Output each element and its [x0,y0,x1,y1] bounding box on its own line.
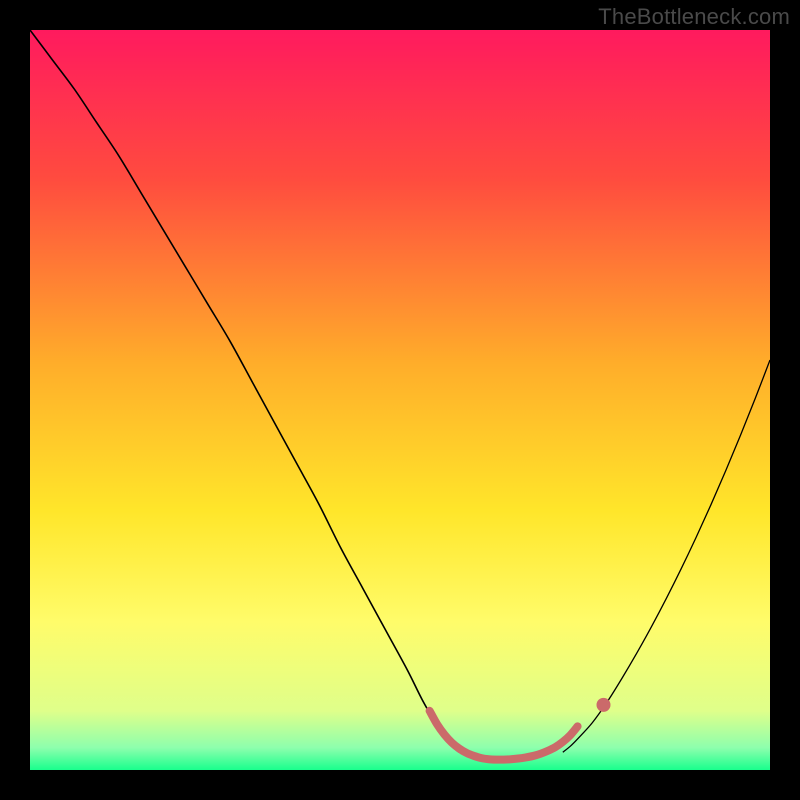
watermark-text: TheBottleneck.com [598,4,790,30]
bottleneck-chart [30,30,770,770]
chart-svg [30,30,770,770]
chart-frame: { "watermark": "TheBottleneck.com", "cha… [0,0,800,800]
